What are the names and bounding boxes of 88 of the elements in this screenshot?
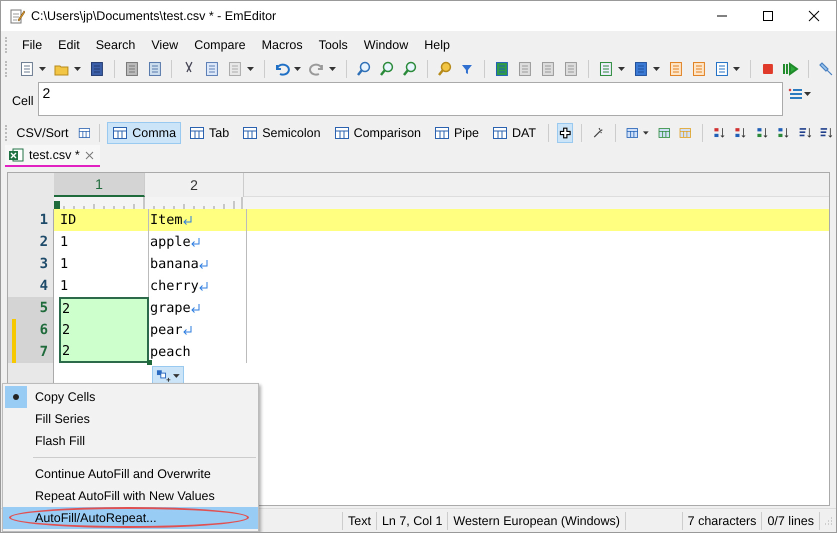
menu-item[interactable]: File: [14, 38, 50, 52]
table-cell: 2: [62, 343, 70, 359]
menu-item[interactable]: Continue AutoFill and Overwrite: [3, 463, 258, 485]
table-cell: ID: [60, 212, 76, 228]
spreadsheet-icon: [8, 147, 24, 163]
table-cell: banana: [150, 256, 199, 272]
document-icon[interactable]: [632, 61, 649, 77]
csv-format-button[interactable]: DAT: [487, 122, 542, 144]
line-number: 6: [40, 322, 49, 338]
menu-item[interactable]: Compare: [186, 38, 254, 52]
menu-item[interactable]: Fill Series: [3, 408, 258, 430]
undo-icon[interactable]: [274, 61, 290, 77]
cell-field[interactable]: 2: [38, 82, 783, 116]
file-tab[interactable]: test.csv *: [5, 145, 100, 167]
table-cell: cherry: [150, 278, 199, 294]
menu-item[interactable]: Search: [88, 38, 144, 52]
caret-icon[interactable]: [804, 92, 811, 96]
table-icon: [112, 126, 128, 140]
status-item: Ln 7, Col 1: [376, 512, 448, 530]
menu-item[interactable]: Edit: [50, 38, 88, 52]
resize-grip-icon[interactable]: [823, 516, 833, 526]
line-number: 3: [40, 256, 49, 272]
table-cell: grape: [150, 300, 191, 316]
table-icon: [242, 126, 258, 140]
table-icon[interactable]: [78, 126, 90, 140]
magnifier-icon[interactable]: [378, 61, 395, 77]
line-number: 5: [40, 300, 49, 316]
fill-options-icon: [156, 368, 172, 382]
notepad-icon: [9, 8, 25, 24]
close-icon[interactable]: [808, 10, 820, 22]
caret-icon[interactable]: [733, 67, 740, 71]
table-cell: 2: [62, 322, 70, 338]
fill-handle[interactable]: [147, 360, 152, 365]
caret-icon[interactable]: [74, 67, 81, 71]
status-item: Western European (Windows): [448, 512, 626, 530]
csv-format-button[interactable]: Tab: [184, 122, 234, 144]
list-options-icon[interactable]: [786, 86, 803, 102]
line-number: 1: [40, 212, 49, 228]
menu-item[interactable]: Repeat AutoFill with New Values: [3, 485, 258, 507]
caret-icon[interactable]: [38, 67, 46, 71]
caret-icon[interactable]: [652, 67, 660, 71]
csv-format-button[interactable]: Pipe: [428, 122, 484, 144]
save-icon[interactable]: [88, 61, 105, 77]
menu-item[interactable]: Macros: [254, 38, 311, 52]
caret-icon[interactable]: [643, 131, 649, 135]
table-cell: 2: [62, 301, 70, 317]
table-cell: 1: [60, 256, 68, 272]
caret-icon[interactable]: [247, 67, 254, 71]
status-item: 7 characters: [682, 512, 762, 530]
window-title: C:\Users\jp\Documents\test.csv * - EmEditor: [31, 9, 276, 23]
caret-icon[interactable]: [328, 67, 336, 71]
menu-item[interactable]: Flash Fill: [3, 430, 258, 452]
menu-item[interactable]: Window: [356, 38, 416, 52]
caret-icon: [173, 374, 180, 378]
magnifier-icon[interactable]: [402, 61, 418, 77]
menu-item[interactable]: View: [143, 38, 186, 52]
table-icon: [189, 126, 206, 140]
maximize-icon[interactable]: [762, 10, 774, 22]
table-cell: peach: [150, 344, 191, 360]
cell-label: Cell: [11, 93, 35, 108]
menu-item[interactable]: AutoFill/AutoRepeat...: [3, 507, 258, 529]
menu-item[interactable]: Tools: [310, 38, 356, 52]
status-item: 0/7 lines: [762, 512, 820, 530]
table-icon: [492, 126, 508, 140]
magnifier-icon[interactable]: [356, 61, 372, 77]
line-number: 4: [40, 278, 49, 294]
caret-icon[interactable]: [618, 67, 625, 71]
csv-format-button[interactable]: Comma: [107, 122, 182, 144]
menu-item[interactable]: Help: [416, 38, 458, 52]
table-cell: 1: [60, 234, 68, 250]
column-header[interactable]: 1: [54, 173, 145, 197]
line-number: 7: [40, 344, 49, 360]
table-icon: [434, 126, 450, 140]
table-cell: pear: [150, 322, 183, 338]
status-item: Text: [343, 512, 377, 530]
menu-item[interactable]: Copy Cells: [3, 386, 258, 408]
new-file-icon[interactable]: [18, 61, 35, 77]
caret-icon[interactable]: [294, 67, 301, 71]
csv-format-button[interactable]: Semicolon: [237, 122, 326, 144]
csv-format-button[interactable]: Comparison: [328, 122, 426, 144]
csv-sort-label: CSV/Sort: [16, 126, 69, 140]
plus-icon[interactable]: [558, 124, 572, 142]
table-cell: Item: [150, 212, 183, 228]
table-icon: [334, 126, 350, 140]
table-cell: apple: [150, 234, 191, 250]
line-number: 2: [40, 234, 49, 250]
play-icon[interactable]: [783, 61, 800, 77]
table-cell: 1: [60, 278, 68, 294]
